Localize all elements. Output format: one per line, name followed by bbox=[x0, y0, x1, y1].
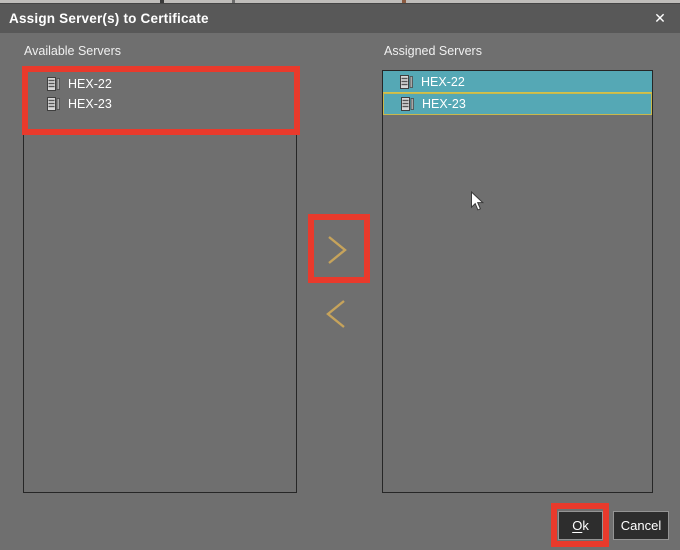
server-name: HEX-23 bbox=[422, 97, 466, 111]
assigned-servers-label: Assigned Servers bbox=[384, 44, 482, 58]
ok-button[interactable]: Ok bbox=[558, 511, 603, 540]
list-item[interactable]: HEX-23 bbox=[24, 94, 296, 114]
server-name: HEX-23 bbox=[68, 97, 112, 111]
server-name: HEX-22 bbox=[421, 75, 465, 89]
server-name: HEX-22 bbox=[68, 77, 112, 91]
chevron-left-icon bbox=[322, 298, 350, 330]
server-icon bbox=[47, 97, 60, 111]
available-servers-label: Available Servers bbox=[24, 44, 121, 58]
list-item-selected-focused[interactable]: HEX-23 bbox=[383, 93, 652, 115]
cancel-button[interactable]: Cancel bbox=[613, 511, 669, 540]
dialog-title: Assign Server(s) to Certificate bbox=[0, 11, 209, 26]
server-icon bbox=[401, 97, 414, 111]
list-item[interactable]: HEX-22 bbox=[24, 74, 296, 94]
assigned-servers-list[interactable]: HEX-22 HEX-23 bbox=[382, 70, 653, 493]
close-icon[interactable]: ✕ bbox=[650, 8, 670, 28]
assign-button[interactable] bbox=[324, 234, 350, 266]
chevron-right-icon bbox=[324, 234, 350, 266]
ok-button-label: k bbox=[582, 518, 589, 533]
ok-button-label-mnemonic: O bbox=[572, 518, 582, 533]
dialog-titlebar: Assign Server(s) to Certificate ✕ bbox=[0, 3, 680, 33]
available-servers-list[interactable]: HEX-22 HEX-23 bbox=[23, 70, 297, 493]
server-icon bbox=[400, 75, 413, 89]
cancel-button-label: Cancel bbox=[621, 518, 661, 533]
unassign-button[interactable] bbox=[322, 298, 350, 330]
assign-servers-dialog: Assign Server(s) to Certificate ✕ Availa… bbox=[0, 0, 680, 550]
server-icon bbox=[47, 77, 60, 91]
list-item-selected[interactable]: HEX-22 bbox=[383, 71, 652, 93]
